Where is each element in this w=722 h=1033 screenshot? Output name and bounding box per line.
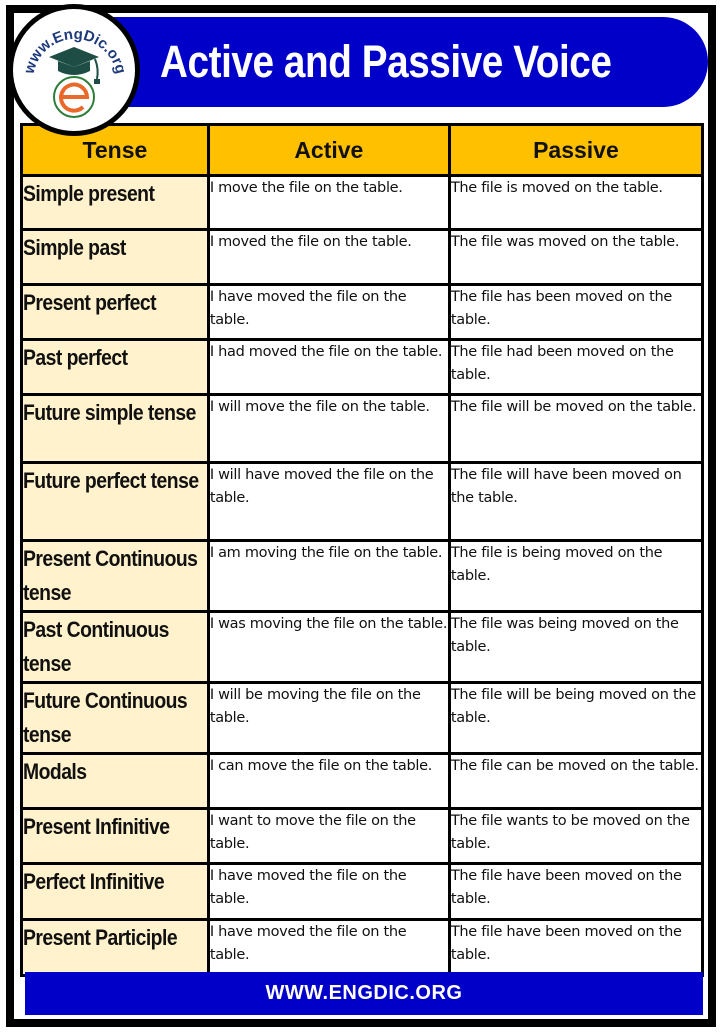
tense-cell: Past Continuous tense <box>20 610 210 684</box>
table-row: Modals I can move the file on the table. T… <box>20 752 705 810</box>
passive-sentence: The file will be being moved on the tabl… <box>447 681 705 755</box>
table-row: Simple present I move the file on the tab… <box>20 174 705 231</box>
footer-url[interactable]: WWW.ENGDIC.ORG <box>25 972 703 1015</box>
table-header-row: Tense Active Passive <box>20 123 705 177</box>
column-header-passive: Passive <box>447 123 705 177</box>
table-row: Present Infinitive I want to move the fil… <box>20 807 705 865</box>
column-header-active: Active <box>206 123 451 177</box>
tense-label: Future simple tense <box>23 400 196 425</box>
tense-label: Future Continuous tense <box>23 688 188 747</box>
engdic-logo[interactable]: www.EngDic.org <box>8 4 140 136</box>
tense-table: Tense Active Passive Simple present I mov… <box>20 123 705 977</box>
tense-cell: Simple present <box>20 174 210 231</box>
active-sentence: I can move the file on the table. <box>206 752 451 810</box>
passive-sentence: The file was moved on the table. <box>447 228 705 286</box>
table-row: Future Continuous tense I will be moving … <box>20 681 705 755</box>
active-sentence: I will have moved the file on the table. <box>206 461 451 542</box>
tense-cell: Present perfect <box>20 283 210 341</box>
passive-sentence: The file wants to be moved on the table. <box>447 807 705 865</box>
active-sentence: I am moving the file on the table. <box>206 539 451 613</box>
active-sentence: I was moving the file on the table. <box>206 610 451 684</box>
table-row: Simple past I moved the file on the table… <box>20 228 705 286</box>
tense-cell: Present Continuous tense <box>20 539 210 613</box>
table-row: Present Continuous tense I am moving the … <box>20 539 705 613</box>
table-row: Present perfect I have moved the file on … <box>20 283 705 341</box>
active-sentence: I will move the file on the table. <box>206 393 451 464</box>
column-header-tense: Tense <box>20 123 210 177</box>
tense-cell: Perfect Infinitive <box>20 862 210 921</box>
graduation-cap-icon: www.EngDic.org <box>20 26 129 118</box>
table-row: Past Continuous tense I was moving the fi… <box>20 610 705 684</box>
page-title: Active and Passive Voice <box>160 36 612 87</box>
table-row: Present Participle I have moved the file … <box>20 918 705 977</box>
tense-cell: Modals <box>20 752 210 810</box>
tense-cell: Present Infinitive <box>20 807 210 865</box>
passive-sentence: The file will be moved on the table. <box>447 393 705 464</box>
active-sentence: I had moved the file on the table. <box>206 338 451 396</box>
active-sentence: I move the file on the table. <box>206 174 451 231</box>
passive-sentence: The file can be moved on the table. <box>447 752 705 810</box>
tense-cell: Simple past <box>20 228 210 286</box>
active-sentence: I have moved the file on the table. <box>206 918 451 977</box>
tense-label: Future perfect tense <box>23 468 199 493</box>
tense-cell: Future Continuous tense <box>20 681 210 755</box>
tense-label: Present Infinitive <box>23 814 170 839</box>
passive-sentence: The file have been moved on the table. <box>447 862 705 921</box>
table-row: Perfect Infinitive I have moved the file … <box>20 862 705 921</box>
active-sentence: I want to move the file on the table. <box>206 807 451 865</box>
tense-cell: Past perfect <box>20 338 210 396</box>
active-sentence: I will be moving the file on the table. <box>206 681 451 755</box>
active-sentence: I have moved the file on the table. <box>206 862 451 921</box>
table-row: Past perfect I had moved the file on the … <box>20 338 705 396</box>
active-sentence: I moved the file on the table. <box>206 228 451 286</box>
tense-label: Present Participle <box>23 925 178 950</box>
tense-label: Simple present <box>23 181 155 206</box>
active-sentence: I have moved the file on the table. <box>206 283 451 341</box>
passive-sentence: The file is moved on the table. <box>447 174 705 231</box>
passive-sentence: The file has been moved on the table. <box>447 283 705 341</box>
passive-sentence: The file was being moved on the table. <box>447 610 705 684</box>
tense-label: Present Continuous tense <box>23 546 198 605</box>
passive-sentence: The file had been moved on the table. <box>447 338 705 396</box>
passive-sentence: The file is being moved on the table. <box>447 539 705 613</box>
tense-label: Past perfect <box>23 345 128 370</box>
table-row: Future simple tense I will move the file … <box>20 393 705 464</box>
tense-cell: Present Participle <box>20 918 210 977</box>
tense-cell: Future perfect tense <box>20 461 210 542</box>
tense-label: Perfect Infinitive <box>23 869 165 894</box>
tense-cell: Future simple tense <box>20 393 210 464</box>
tense-label: Present perfect <box>23 290 157 315</box>
passive-sentence: The file will have been moved on the tab… <box>447 461 705 542</box>
table-row: Future perfect tense I will have moved th… <box>20 461 705 542</box>
tense-label: Past Continuous tense <box>23 617 169 676</box>
passive-sentence: The file have been moved on the table. <box>447 918 705 977</box>
tense-label: Simple past <box>23 235 126 260</box>
tense-label: Modals <box>23 759 87 784</box>
